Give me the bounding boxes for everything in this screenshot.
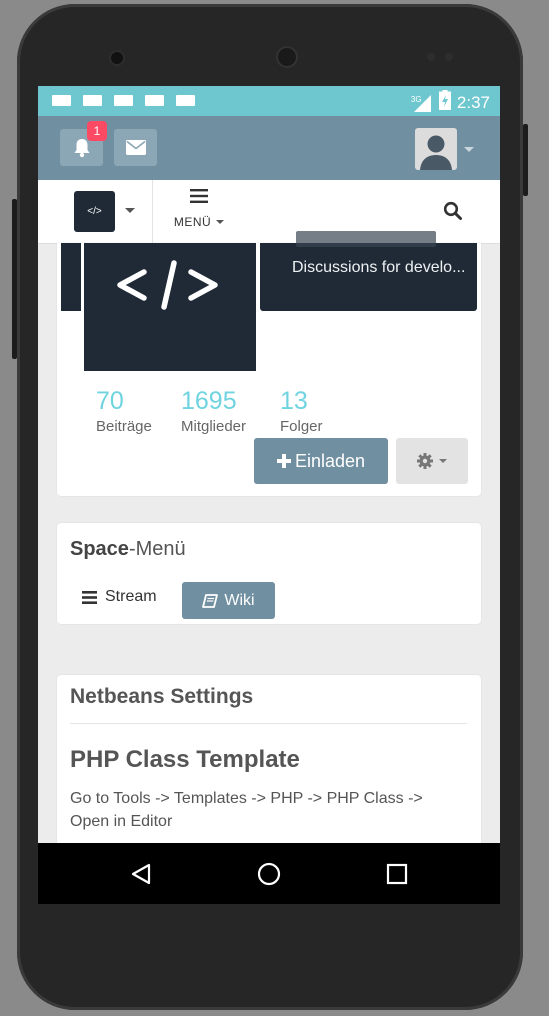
device-screen: 3G 2:37 1 </> MENÜ Discussions for devel… [38,86,500,904]
earpiece-speaker [276,46,298,68]
settings-caret-icon [439,459,447,463]
space-logo-text: </> [87,206,102,217]
wiki-divider [70,723,467,724]
stat-followers-label: Folger [280,418,323,435]
stat-followers-count[interactable]: 13 [280,387,308,416]
search-button[interactable] [443,201,465,223]
messages-button[interactable] [114,129,157,166]
stat-posts-count[interactable]: 70 [96,387,124,416]
wiki-page-title: Netbeans Settings [70,685,254,708]
space-banner-title-fragment [296,231,436,247]
space-menu-title: Space-Menü [70,538,186,561]
bell-icon [74,138,89,157]
space-description: Discussions for develo... [292,259,466,276]
list-icon [82,590,97,604]
user-avatar[interactable] [415,128,457,170]
hamburger-icon [190,189,208,203]
wiki-label: Wiki [224,591,255,609]
volume-button [523,124,528,196]
code-icon [117,260,218,310]
wiki-section-heading: PHP Class Template [70,746,300,773]
recents-icon[interactable] [386,863,408,885]
space-menu-item-wiki[interactable]: Wiki [182,582,275,619]
back-icon[interactable] [130,863,152,885]
home-icon[interactable] [257,862,281,886]
plus-icon [276,454,291,468]
envelope-icon [125,140,146,155]
notification-icon [83,95,102,106]
wiki-paragraph: Go to Tools -> Templates -> PHP -> PHP C… [70,790,423,830]
stream-label: Stream [105,588,157,605]
search-icon [443,201,462,220]
notification-icon [145,95,164,106]
nav-divider [152,180,153,243]
invite-button[interactable]: Einladen [254,438,388,484]
space-banner-left [61,243,81,311]
stat-posts-label: Beiträge [96,418,152,435]
invite-label: Einladen [294,450,366,471]
menu-label: MENÜ [173,215,212,229]
space-logo [84,243,256,371]
app-top-bar: 1 [38,116,500,180]
status-icons: 3G 2:37 [411,90,490,115]
android-navigation-bar [38,843,500,904]
space-menu-item-stream[interactable]: Stream [82,588,157,606]
space-chooser-logo[interactable]: </> [74,191,115,232]
space-menu-title-rest: -Menü [128,538,186,560]
clock: 2:37 [456,92,490,112]
notification-icon [52,95,71,106]
main-menu-button[interactable]: MENÜ [169,188,229,229]
notification-icon [176,95,195,106]
proximity-sensor [427,53,435,61]
battery-icon [438,90,451,115]
menu-caret-icon [216,220,225,224]
status-bar: 3G 2:37 [38,86,500,116]
front-camera [111,52,123,64]
space-banner: Discussions for develo... [260,231,477,311]
stat-members-label: Mitglieder [181,418,247,435]
book-icon [202,593,219,608]
user-menu-caret-icon[interactable] [464,147,474,152]
signal-icon: 3G [411,93,433,113]
notification-icon [114,95,133,106]
avatar-silhouette-icon [420,135,452,170]
stat-members-count[interactable]: 1695 [181,387,237,416]
notification-count-badge: 1 [87,121,107,141]
power-button [12,199,17,359]
space-chooser-caret-icon[interactable] [125,208,135,213]
space-settings-button[interactable] [396,438,468,484]
gear-icon [417,453,433,469]
space-menu-title-bold: Space [70,538,129,560]
light-sensor [445,53,453,61]
